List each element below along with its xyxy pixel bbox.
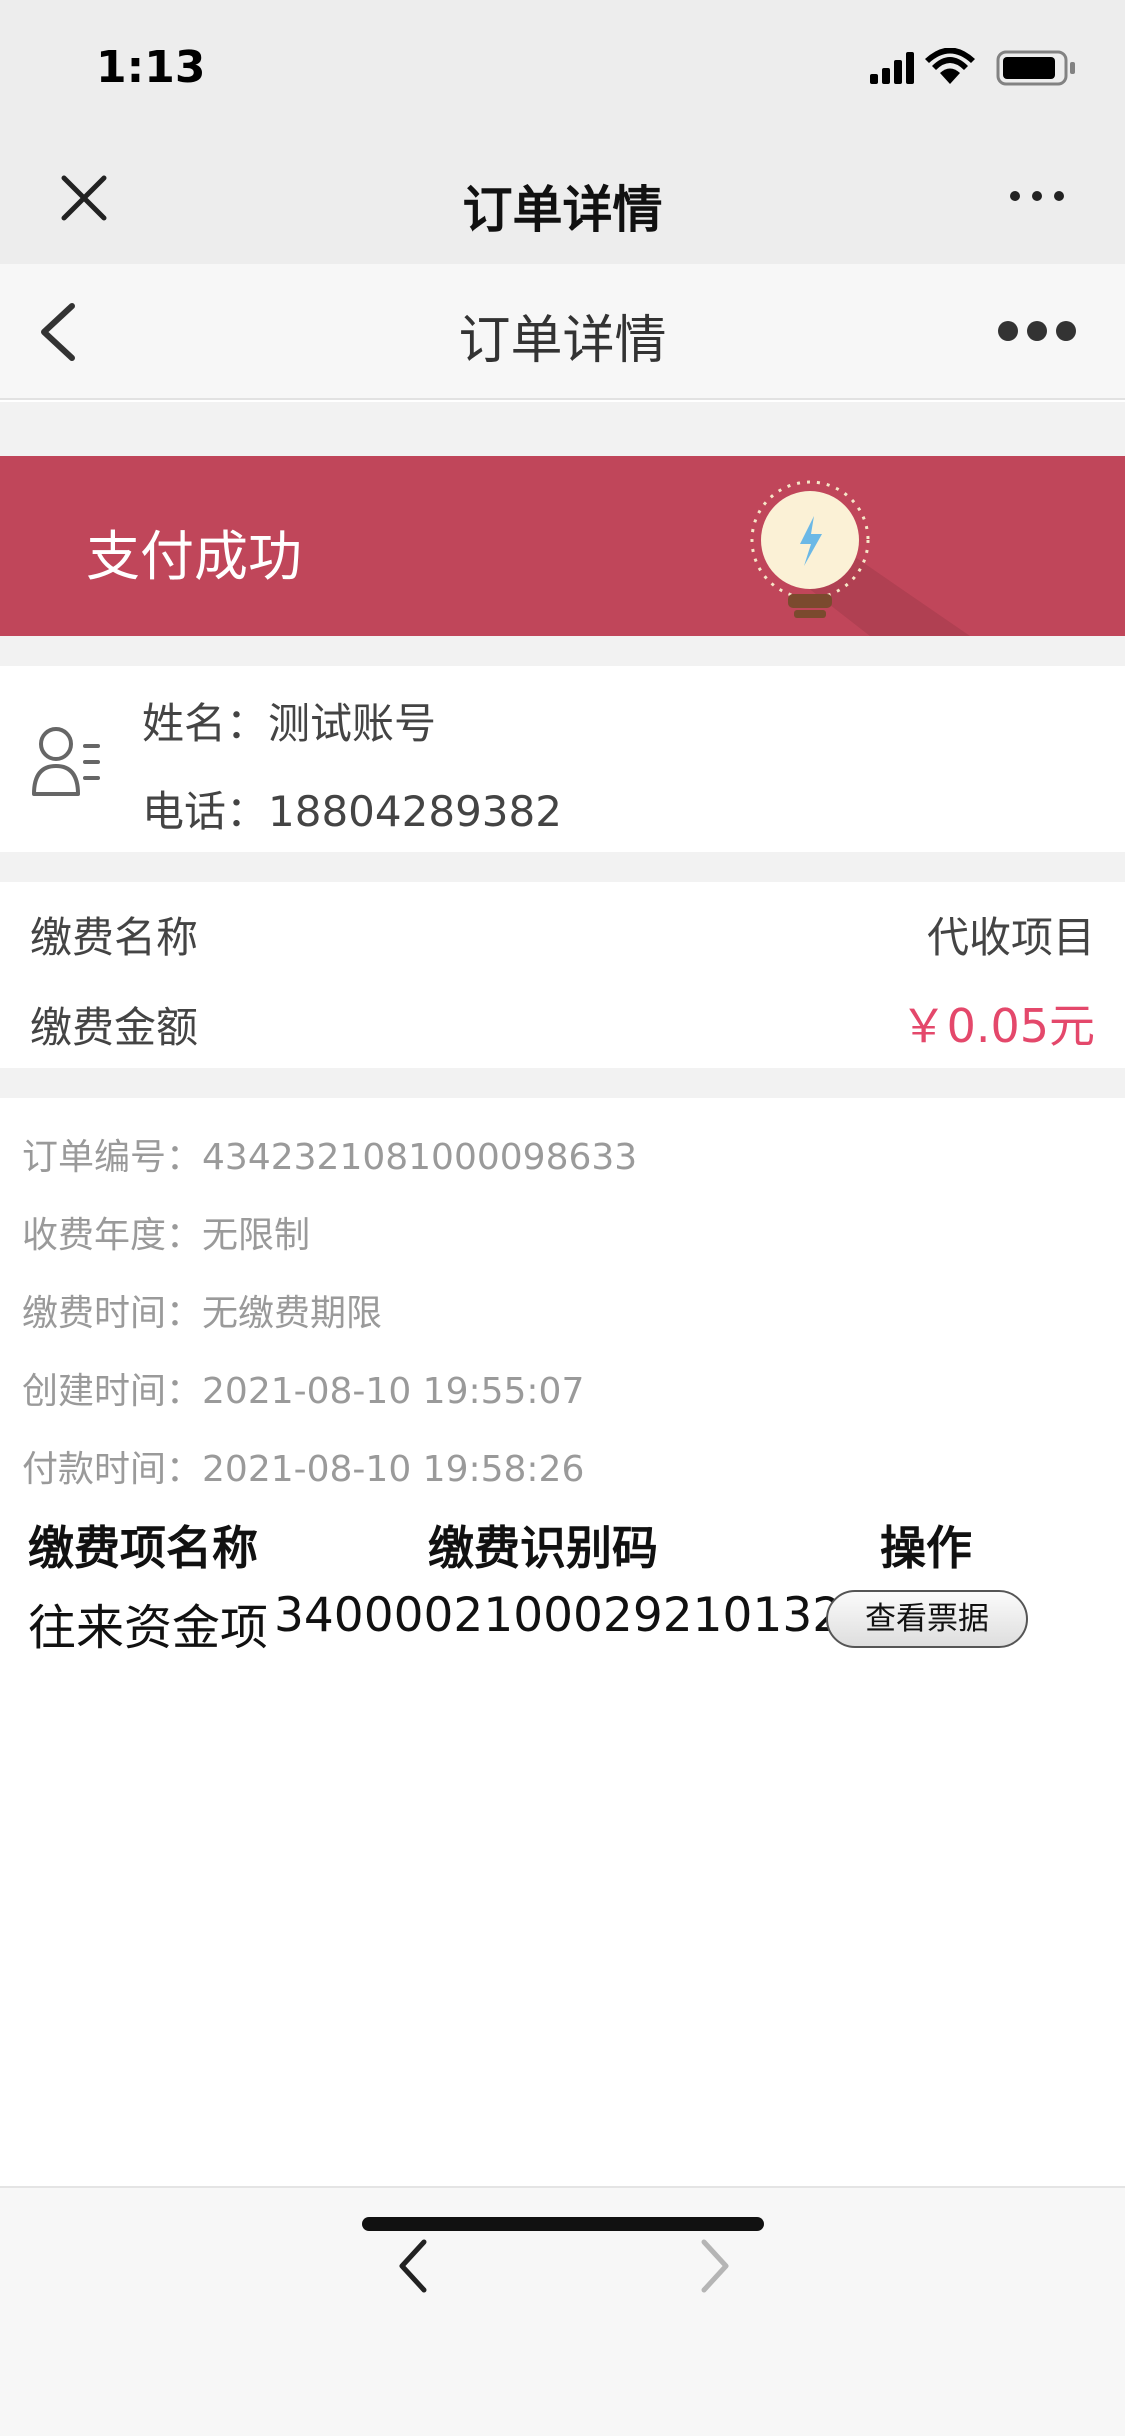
paid-time-row: 付款时间：2021-08-10 19:58:26 [22, 1440, 584, 1492]
info-label: 创建时间： [22, 1371, 203, 1412]
wechat-bar: 订单详情 [0, 132, 1125, 264]
info-value: 无缴费期限 [202, 1293, 383, 1334]
column-header-item-code: 缴费识别码 [428, 1521, 658, 1575]
user-name-row: 姓名：测试账号 [142, 690, 436, 751]
column-header-action: 操作 [880, 1521, 972, 1575]
user-phone-value: 18804289382 [268, 787, 562, 836]
section-gap [0, 852, 1125, 882]
user-phone-label: 电话： [142, 787, 269, 836]
info-label: 收费年度： [22, 1215, 203, 1256]
info-label: 付款时间： [22, 1449, 203, 1490]
battery-icon [996, 50, 1075, 86]
section-gap [0, 402, 1125, 456]
fee-amount-value: ￥0.05元 [900, 999, 1095, 1053]
lightbulb-icon [750, 480, 970, 636]
user-name-value: 测试账号 [268, 699, 437, 748]
status-icons [870, 48, 1075, 86]
info-value: 无限制 [202, 1215, 311, 1256]
user-list-icon [32, 727, 100, 796]
user-info-card: 姓名：测试账号 电话：18804289382 [0, 666, 1125, 852]
page-title: 订单详情 [458, 311, 667, 371]
more-icon[interactable] [1007, 188, 1067, 204]
item-name-cell: 往来资金项 [28, 1600, 269, 1656]
info-value: 4342321081000098633 [202, 1137, 638, 1178]
column-header-item-name: 缴费项名称 [28, 1521, 258, 1575]
fee-amount-label: 缴费金额 [30, 1003, 199, 1052]
fee-name-label: 缴费名称 [30, 913, 199, 962]
fee-card: 缴费名称 代收项目 缴费金额 ￥0.05元 [0, 882, 1125, 1068]
info-label: 订单编号： [22, 1137, 203, 1178]
back-icon[interactable] [396, 2238, 430, 2294]
more-icon[interactable] [997, 320, 1077, 342]
signal-icon [870, 52, 914, 84]
page-nav-bar: 订单详情 [0, 264, 1125, 400]
user-name-label: 姓名： [142, 699, 269, 748]
banner-text: 支付成功 [86, 525, 302, 588]
home-indicator[interactable] [362, 2217, 764, 2231]
created-time-row: 创建时间：2021-08-10 19:55:07 [22, 1362, 584, 1414]
user-phone-row: 电话：18804289382 [142, 778, 562, 839]
payment-period-row: 缴费时间：无缴费期限 [22, 1284, 382, 1336]
status-time: 1:13 [96, 42, 206, 93]
forward-icon[interactable] [698, 2238, 732, 2294]
info-label: 缴费时间： [22, 1293, 203, 1334]
wifi-icon [925, 48, 975, 84]
info-value: 2021-08-10 19:58:26 [202, 1449, 585, 1490]
order-number-row: 订单编号：4342321081000098633 [22, 1128, 637, 1180]
view-receipt-button[interactable]: 查看票据 [826, 1590, 1028, 1648]
info-value: 2021-08-10 19:55:07 [202, 1371, 585, 1412]
section-gap [0, 1068, 1125, 1098]
fee-year-row: 收费年度：无限制 [22, 1206, 310, 1258]
payment-success-banner: 支付成功 [0, 456, 1125, 636]
section-gap [0, 636, 1125, 666]
item-code-cell: 340000210002921013​27 [274, 1588, 873, 1643]
wechat-title: 订单详情 [462, 181, 663, 239]
status-bar: 1:13 [0, 0, 1125, 132]
fee-name-value: 代收项目 [926, 913, 1095, 962]
